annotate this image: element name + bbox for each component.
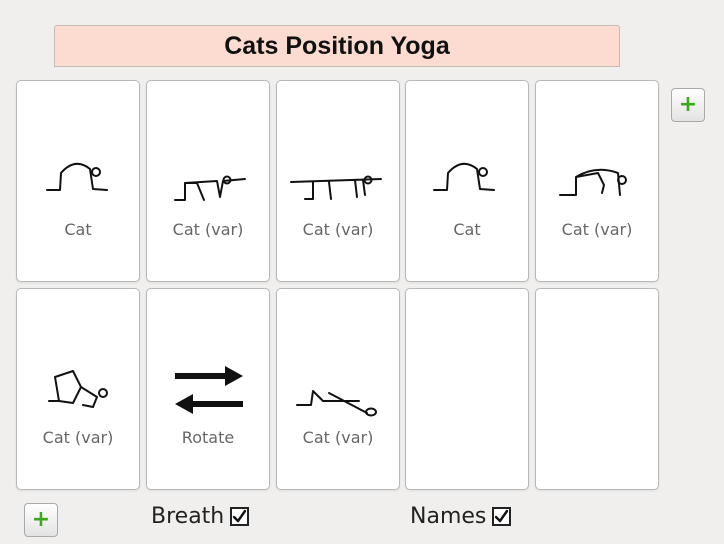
names-toggle[interactable]: Names xyxy=(410,504,512,529)
pose-label: Rotate xyxy=(181,428,235,447)
breath-toggle[interactable]: Breath xyxy=(151,504,250,529)
cat-arch-figure xyxy=(433,162,495,191)
breath-checkbox[interactable] xyxy=(230,507,250,526)
pose-label: Cat (var) xyxy=(172,220,244,239)
plus-icon: + xyxy=(31,507,51,532)
breath-label: Breath xyxy=(151,504,225,529)
empty-pose-slot[interactable] xyxy=(405,288,529,490)
cat-stretch-figure xyxy=(296,390,377,417)
pose-label: Cat (var) xyxy=(302,428,374,447)
pose-label: Cat xyxy=(64,220,92,239)
pose-card[interactable]: Cat xyxy=(16,80,140,282)
pose-card[interactable]: Cat (var) xyxy=(535,80,659,282)
plus-icon: + xyxy=(678,92,698,117)
cat-curl-figure xyxy=(559,168,627,196)
names-checkbox[interactable] xyxy=(492,507,512,526)
pose-card[interactable]: Cat (var) xyxy=(276,288,400,490)
cat-tabletop-figure xyxy=(290,175,382,200)
empty-pose-slot[interactable] xyxy=(535,288,659,490)
pose-label: Cat xyxy=(453,220,481,239)
add-pose-button[interactable]: + xyxy=(671,88,705,122)
pose-card[interactable]: Cat (var) xyxy=(16,288,140,490)
add-row-button[interactable]: + xyxy=(24,503,58,537)
pose-card[interactable]: Cat (var) xyxy=(146,80,270,282)
rotate-arrows-icon xyxy=(175,366,243,414)
pose-label: Cat (var) xyxy=(42,428,114,447)
pose-label: Cat (var) xyxy=(561,220,633,239)
checkmark-icon xyxy=(495,509,509,523)
cat-flat-back-figure xyxy=(174,175,246,201)
page-title: Cats Position Yoga xyxy=(54,25,620,67)
pose-card[interactable]: Cat (var) xyxy=(276,80,400,282)
pose-card[interactable]: Cat xyxy=(405,80,529,282)
pose-label: Cat (var) xyxy=(302,220,374,239)
pose-card[interactable]: Rotate xyxy=(146,288,270,490)
cat-leg-lift-figure xyxy=(48,370,108,408)
names-label: Names xyxy=(410,504,487,529)
cat-arch-figure xyxy=(46,162,108,191)
checkmark-icon xyxy=(233,509,247,523)
